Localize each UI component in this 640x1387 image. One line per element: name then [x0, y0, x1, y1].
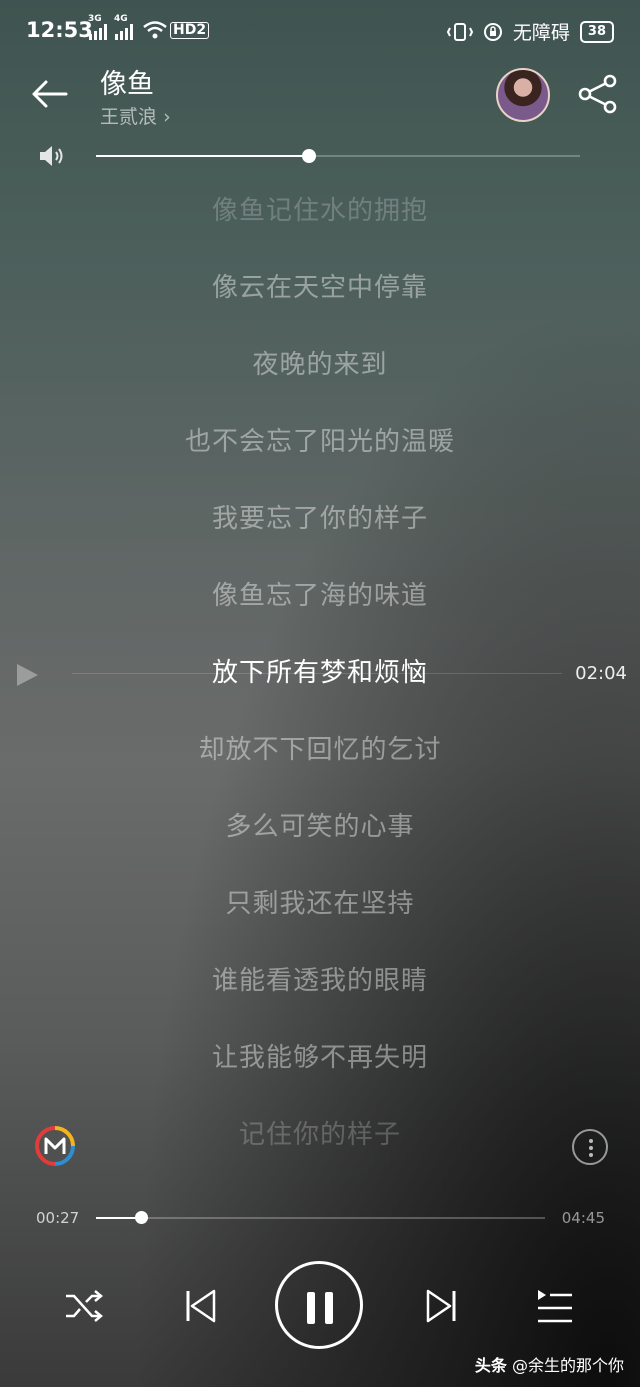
vibrate-icon: [446, 22, 473, 41]
status-bar: 12:53 3G 4G HD2 无障碍 38: [0, 0, 640, 62]
battery-icon: 38: [579, 20, 614, 43]
play-from-here-icon[interactable]: [14, 662, 40, 688]
artist-link[interactable]: 王贰浪 ›: [100, 102, 171, 129]
pause-button[interactable]: [275, 1261, 363, 1349]
status-time: 12:53: [26, 18, 93, 42]
lyric-line[interactable]: 像鱼记住水的拥抱: [0, 186, 640, 263]
lyric-line[interactable]: 像云在天空中停靠: [0, 263, 640, 340]
volume-control: [36, 140, 596, 170]
player-header: 像鱼 王贰浪 ›: [0, 62, 640, 142]
watermark-brand: 头条: [474, 1356, 507, 1375]
volume-fill: [96, 155, 309, 157]
playlist-icon[interactable]: [536, 1288, 574, 1324]
lyric-line[interactable]: 谁能看透我的眼睛: [0, 956, 640, 1033]
lyric-line[interactable]: 我要忘了你的样子: [0, 494, 640, 571]
lyric-line[interactable]: 也不会忘了阳光的温暖: [0, 417, 640, 494]
song-title: 像鱼: [100, 69, 154, 100]
album-art-avatar[interactable]: [496, 68, 550, 122]
seek-cursor-time: 02:04: [575, 663, 627, 684]
wifi-icon: [142, 20, 168, 43]
pause-icon: [307, 1292, 315, 1324]
seek-guide-line: [72, 673, 562, 674]
lyric-line[interactable]: 多么可笑的心事: [0, 802, 640, 879]
lyric-line[interactable]: 让我能够不再失明: [0, 1033, 640, 1110]
lyric-line[interactable]: 记住你的样子: [0, 1110, 640, 1187]
chevron-right-icon: ›: [163, 106, 171, 128]
shuffle-icon[interactable]: [64, 1288, 104, 1324]
hd-badge: HD2: [170, 22, 210, 39]
volume-slider-handle[interactable]: [301, 149, 316, 163]
progress-handle[interactable]: [134, 1211, 148, 1224]
watermark-handle: @余生的那个你: [511, 1356, 624, 1375]
progress-track[interactable]: [96, 1217, 545, 1219]
back-arrow-icon[interactable]: [28, 72, 72, 116]
current-time: 00:27: [36, 1209, 80, 1227]
lyric-line[interactable]: 夜晚的来到: [0, 340, 640, 417]
mv-logo-icon[interactable]: [35, 1126, 75, 1166]
playback-progress: 00:27 04:45: [0, 1204, 640, 1234]
accessibility-label: 无障碍: [512, 22, 570, 44]
total-time: 04:45: [561, 1209, 605, 1227]
lyric-line[interactable]: 像鱼忘了海的味道: [0, 571, 640, 648]
more-vertical-icon[interactable]: [572, 1129, 608, 1165]
skip-previous-icon[interactable]: [184, 1288, 218, 1324]
lyric-line[interactable]: 只剩我还在坚持: [0, 879, 640, 956]
share-icon[interactable]: [576, 72, 620, 116]
lyric-line[interactable]: 却放不下回忆的乞讨: [0, 725, 640, 802]
artist-name: 王贰浪: [100, 106, 158, 128]
rotation-lock-icon: [483, 22, 502, 41]
skip-next-icon[interactable]: [424, 1288, 458, 1324]
playback-controls: [0, 1258, 640, 1354]
speaker-icon[interactable]: [38, 144, 66, 168]
watermark: 头条 @余生的那个你: [475, 1352, 624, 1376]
lyric-seek-row: 02:04: [0, 652, 640, 696]
status-right: 无障碍 38: [446, 18, 614, 45]
